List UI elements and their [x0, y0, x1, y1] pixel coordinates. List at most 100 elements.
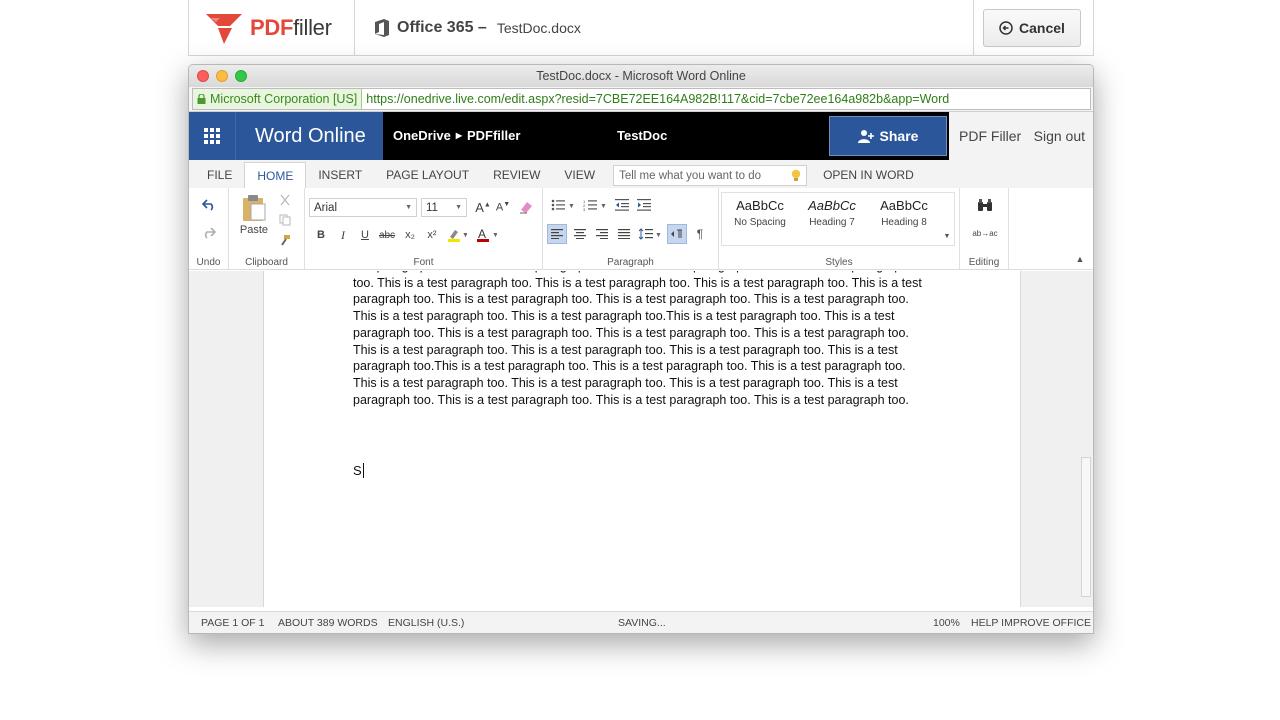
show-formatting-button[interactable]: ¶ [690, 224, 710, 244]
font-size-select[interactable]: 11 ▼ [421, 198, 467, 217]
styles-more-button[interactable]: ▼ [941, 230, 953, 242]
style-heading-8[interactable]: AaBbCc Heading 8 [869, 198, 939, 238]
maximize-window-button[interactable] [235, 70, 247, 82]
document-title[interactable]: TestDoc [617, 128, 667, 143]
office-icon [375, 19, 389, 37]
pilcrow-icon: ¶ [696, 227, 704, 241]
minimize-window-button[interactable] [216, 70, 228, 82]
tell-me-placeholder: Tell me what you want to do [619, 169, 761, 182]
copy-icon [279, 214, 291, 226]
line-spacing-icon: ▼ [639, 228, 661, 240]
underline-button[interactable]: U [357, 226, 373, 244]
align-right-button[interactable] [592, 224, 612, 244]
indent-icon [637, 199, 651, 211]
highlighter-icon: ▼ [448, 230, 467, 242]
window-title: TestDoc.docx - Microsoft Word Online [536, 69, 746, 83]
pdffiller-logo[interactable]: PDFfiller [189, 0, 355, 55]
align-left-button[interactable] [547, 224, 567, 244]
style-sample: AaBbCc [808, 198, 856, 213]
grow-font-button[interactable]: A▲ [475, 198, 491, 216]
paste-label: Paste [239, 224, 269, 236]
sign-out-link[interactable]: Sign out [1034, 128, 1085, 144]
breadcrumb-folder[interactable]: PDFfiller [467, 128, 520, 143]
undo-button[interactable] [199, 196, 219, 214]
italic-button[interactable]: I [335, 226, 351, 244]
zoom-level[interactable]: 100% [933, 617, 960, 629]
align-center-button[interactable] [570, 224, 590, 244]
paste-button[interactable]: Paste [237, 192, 271, 238]
open-in-word-button[interactable]: OPEN IN WORD [817, 162, 920, 188]
style-name: Heading 8 [881, 217, 927, 228]
shrink-font-button[interactable]: A▼ [495, 198, 511, 216]
align-left-icon [551, 229, 563, 239]
find-button[interactable] [974, 196, 996, 214]
help-improve-office-link[interactable]: HELP IMPROVE OFFICE [971, 617, 1091, 629]
replace-button[interactable]: ab→ac [972, 222, 998, 244]
collapse-ribbon-button[interactable]: ▲ [1073, 252, 1087, 266]
app-name[interactable]: Word Online [235, 112, 383, 160]
page-count[interactable]: PAGE 1 OF 1 [201, 617, 264, 629]
close-window-button[interactable] [197, 70, 209, 82]
pdffiller-logo-text: PDFfiller [250, 15, 332, 40]
bullets-button[interactable]: ▼ [549, 196, 577, 214]
outdent-icon [615, 199, 629, 211]
style-sample: AaBbCc [736, 198, 784, 213]
font-color-button[interactable]: A▼ [475, 226, 499, 244]
clear-formatting-button[interactable] [517, 198, 535, 216]
office-label: Office 365 – [397, 19, 487, 36]
strikethrough-button[interactable]: abc [377, 226, 397, 244]
shrink-font-icon: A▼ [495, 200, 511, 214]
tell-me-search[interactable]: Tell me what you want to do [613, 165, 808, 186]
tab-home[interactable]: HOME [244, 162, 307, 188]
document-canvas[interactable]: test paragraph too. This is a test parag… [189, 271, 1093, 607]
breadcrumb-onedrive[interactable]: OneDrive [393, 128, 451, 143]
align-right-icon [596, 229, 608, 239]
cancel-button[interactable]: Cancel [983, 9, 1081, 47]
font-size-value: 11 [426, 201, 438, 214]
svg-text:▼: ▼ [462, 232, 467, 239]
tab-file[interactable]: FILE [195, 162, 244, 188]
app-launcher-button[interactable] [189, 112, 235, 160]
highlight-button[interactable]: ▼ [445, 226, 469, 244]
pdf-filler-link[interactable]: PDF Filler [959, 128, 1021, 144]
svg-text:▼: ▼ [655, 232, 661, 239]
superscript-button[interactable]: x² [423, 226, 441, 244]
format-painter-button[interactable] [277, 232, 293, 248]
language[interactable]: ENGLISH (U.S.) [388, 617, 464, 629]
redo-button[interactable] [199, 224, 219, 242]
word-online-navbar: Word Online OneDrive ▶ PDFfiller TestDoc… [189, 112, 1093, 160]
line-spacing-button[interactable]: ▼ [637, 224, 663, 244]
tab-review[interactable]: REVIEW [481, 162, 552, 188]
cut-button[interactable] [277, 192, 293, 208]
increase-indent-button[interactable] [635, 196, 653, 214]
ev-certificate-badge[interactable]: Microsoft Corporation [US] [193, 89, 363, 109]
url-field[interactable]: Microsoft Corporation [US] https://onedr… [192, 88, 1091, 110]
document-paragraph[interactable]: test paragraph too. This is a test parag… [353, 271, 931, 408]
tab-page-layout[interactable]: PAGE LAYOUT [374, 162, 481, 188]
document-page[interactable]: test paragraph too. This is a test parag… [263, 271, 1021, 607]
waffle-icon [204, 128, 220, 144]
style-no-spacing[interactable]: AaBbCc No Spacing [725, 198, 795, 238]
ltr-button[interactable] [667, 224, 687, 244]
tab-insert[interactable]: INSERT [306, 162, 374, 188]
tab-view[interactable]: VIEW [552, 162, 607, 188]
breadcrumb: OneDrive ▶ PDFfiller [393, 128, 520, 143]
font-label: Font [413, 257, 434, 268]
share-button[interactable]: Share [829, 116, 947, 156]
vertical-scrollbar[interactable] [1081, 457, 1091, 597]
decrease-indent-button[interactable] [613, 196, 631, 214]
word-count[interactable]: ABOUT 389 WORDS [278, 617, 378, 629]
font-name-select[interactable]: Arial ▼ [309, 198, 417, 217]
style-heading-7[interactable]: AaBbCc Heading 7 [797, 198, 867, 238]
numbering-button[interactable]: 1 2 3 ▼ [581, 196, 609, 214]
bold-button[interactable]: B [313, 226, 329, 244]
bullet-list-icon: ▼ [551, 199, 575, 211]
subscript-button[interactable]: x₂ [401, 226, 419, 244]
url-text: https://onedrive.live.com/edit.aspx?resi… [366, 92, 950, 106]
justify-button[interactable] [614, 224, 634, 244]
chevron-up-icon: ▲ [1075, 254, 1085, 264]
left-to-right-icon [671, 229, 682, 238]
typed-text[interactable]: S [353, 463, 364, 478]
font-group: Arial ▼ 11 ▼ A▲ A▼ B I U abc x₂ x² ▼ A▼ Fo… [305, 188, 543, 270]
copy-button[interactable] [277, 212, 293, 228]
